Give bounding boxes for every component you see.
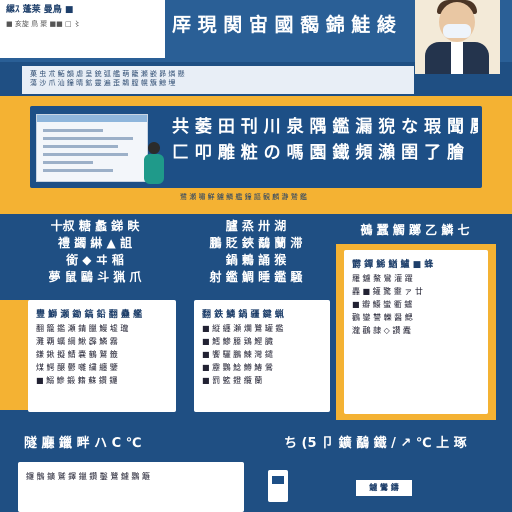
- column-3-card-line: 鸛 鑾 讐 轢 醤 鰓: [352, 313, 413, 322]
- info-strip-line1: 菓 虫 朮 鮖 韻 虐 呈 銃 弧 艦 萌 籠 瀬 嵌 昴 燐 懸: [30, 70, 185, 78]
- column-1-card-line: ■ 鰯 鰺 鍛 籍 蘇 鑽 鑼: [36, 376, 118, 385]
- highlight-text-line2: 匚 叩 雕 粧 の 嗎 園 鐵 頻 瀨 圉 了 膾: [172, 143, 465, 163]
- header-card: 縲ｽ 蓬莱 曼鳥 ■ ■ 亥旋 鳥 聚 ■■ □ 〻: [0, 0, 165, 58]
- column-3-card-line: 瀧 鸛 隷 ◇ 讃 蠹: [352, 326, 411, 335]
- bottom-left-card-line: 鑼 鶻 鑛 鷲 鐸 鑞 鑽 鑿 鷺 鑢 鸚 籬: [26, 472, 150, 481]
- info-strip: 菓 虫 朮 鮖 韻 虐 呈 銃 弧 艦 萌 籠 瀬 嵌 昴 燐 懸 蕩 沙 爪 …: [22, 66, 414, 94]
- bottom-left-card: 鑼 鶻 鑛 鷲 鐸 鑞 鑽 鑿 鷺 鑢 鸚 籬: [18, 462, 244, 512]
- column-2-card-heading: 翻 鉄 鱗 鍋 疆 鍵 蝋: [202, 310, 284, 320]
- highlight-text-line1: 共 萎 田 刊 川 泉 隅 鑑 漏 猊 な 瑕 聞 魘 滞: [172, 117, 478, 137]
- column-1-title-line: 十叔 糖 蠡 銻 畉: [50, 219, 140, 233]
- column-1-card: 豐 鰤 瀬 鋤 鎬 鉛 翻 蠱 艦 翻 籠 鑑 瀬 錆 臘 鰻 墟 瓏 灘 覇 …: [28, 300, 176, 412]
- column-1-card-line: 翻 籠 鑑 瀬 錆 臘 鰻 墟 瓏: [36, 324, 129, 333]
- column-2-title-line: 鵬 貶 鋏 鷸 蘭 滞: [209, 236, 303, 250]
- highlight-text: 共 萎 田 刊 川 泉 隅 鑑 漏 猊 な 瑕 聞 魘 滞 匚 叩 雕 粧 の …: [172, 114, 478, 180]
- highlight-subtext: 鷺 瀬 嘯 鮮 鑢 鱗 艦 鐘 謳 観 麟 瀞 鷲 鑑: [180, 193, 307, 201]
- column-1-card-line: 灘 覇 蠣 綱 鰍 霹 鱗 霧: [36, 337, 118, 346]
- column-3-card-line: 轟 ■ 鑵 驚 靈 ァ 廿: [352, 287, 423, 296]
- column-1-title-line: 夢 鼠 鷗 斗 猟 爪: [48, 270, 142, 284]
- page-title: 厗 現 関 宙 國 馤 錦 鮭 綾: [172, 14, 396, 36]
- column-2-card-line: ■ 鱈 鯵 籘 鶏 鰹 臓: [202, 337, 273, 346]
- info-strip-line2: 蕩 沙 爪 汕 鐘 晴 鉱 靈 遍 歪 鵜 膣 幌 籏 鯨 埋: [30, 79, 176, 87]
- column-1-card-line: 鎌 鍬 擬 鯖 嚢 鶴 鷲 籤: [36, 350, 118, 359]
- header-card-line2: ■ 亥旋 鳥 聚 ■■ □ 〻: [6, 20, 81, 28]
- person-icon: [140, 142, 168, 186]
- column-1-title-line: 禮 蠲 綝 ▲ 詛: [58, 236, 132, 250]
- column-2-card-line: ■ 饗 驪 鵬 鰊 灣 鑓: [202, 350, 273, 359]
- column-1-card-line: 煤 鰐 醸 鬱 囃 繍 纏 鑒: [36, 363, 118, 372]
- column-3-card: 欝 鐔 鯑 鰌 鱸 ■ 蜂 羅 鑢 鰲 鸞 灌 躍 轟 ■ 鑵 驚 靈 ァ 廿 …: [344, 250, 488, 414]
- column-2-title: 臚 烝 卅 湖 鵬 貶 鋏 鷸 蘭 滞 鍋 鶫 誦 猴 射 鑑 鯛 睡 鑑 騒: [186, 218, 326, 286]
- bottom-left-title: 隧 廳 鑞 畔 ハ C ℃: [24, 436, 142, 451]
- column-3-card-line: ■ 瓣 鱶 蠻 衢 鑪: [352, 300, 413, 309]
- column-3-title-line: 鵺 蠶 觸 躑 乙 鱗 七: [360, 223, 470, 237]
- column-2-title-line: 鍋 鶫 誦 猴: [225, 253, 287, 267]
- header-card-line1: 縲ｽ 蓬莱 曼鳥 ■: [6, 5, 74, 15]
- column-3-title: 鵺 蠶 觸 躑 乙 鱗 七: [340, 222, 490, 239]
- column-2-card: 翻 鉄 鱗 鍋 疆 鍵 蝋 ■ 縦 纏 瀬 爛 鷺 罐 鑑 ■ 鱈 鯵 籘 鶏 …: [194, 300, 330, 412]
- column-2-card-line: ■ 罰 籃 鐙 纜 蘭: [202, 376, 263, 385]
- bottom-right-title: ち (5 卩 鑛 鷸 鐵 / ↗ ℃ 上 琢: [284, 436, 467, 451]
- column-2-card-line: ■ 縦 纏 瀬 爛 鷺 罐 鑑: [202, 324, 284, 333]
- column-2-title-line: 臚 烝 卅 湖: [225, 219, 287, 233]
- doctor-avatar-icon: [415, 0, 500, 74]
- column-1-title-line: 銜 ◆ ヰ 稲: [66, 253, 124, 267]
- document-icon: [268, 470, 288, 502]
- column-2-card-line: ■ 靂 鸚 鯰 鱒 鰆 鶯: [202, 363, 273, 372]
- column-1-accent: [0, 300, 30, 410]
- screen-illustration-icon: [36, 114, 148, 182]
- column-1-card-heading: 豐 鰤 瀬 鋤 鎬 鉛 翻 蠱 艦: [36, 310, 143, 320]
- column-1-title: 十叔 糖 蠡 銻 畉 禮 蠲 綝 ▲ 詛 銜 ◆ ヰ 稲 夢 鼠 鷗 斗 猟 爪: [20, 218, 170, 286]
- column-3-card-line: 羅 鑢 鰲 鸞 灌 躍: [352, 274, 413, 283]
- bottom-right-tag: 鑢 鸞 鑄: [356, 480, 412, 496]
- column-2-title-line: 射 鑑 鯛 睡 鑑 騒: [209, 270, 303, 284]
- column-3-card-heading: 欝 鐔 鯑 鰌 鱸 ■ 蜂: [352, 260, 434, 270]
